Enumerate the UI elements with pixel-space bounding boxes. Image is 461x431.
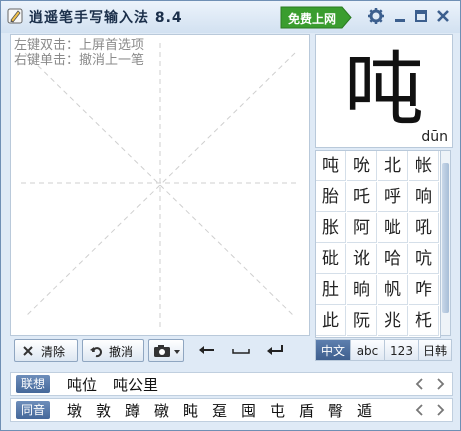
free-internet-label: 免费上网: [288, 12, 337, 26]
association-word[interactable]: 吨位: [67, 374, 97, 395]
pad-guide-lines: [21, 43, 299, 327]
gear-icon[interactable]: [367, 7, 385, 25]
minimize-icon[interactable]: [391, 7, 409, 25]
homophone-row: 同音 墩 敦 蹲 礅 盹 趸 囤 屯 盾 臀 遁: [10, 398, 453, 422]
candidate-cell[interactable]: 吮: [347, 151, 377, 181]
candidate-cell[interactable]: 北: [378, 151, 408, 181]
candidate-cell[interactable]: 此: [316, 306, 346, 336]
homophone-word[interactable]: 屯: [270, 400, 285, 421]
homophone-word[interactable]: 遁: [357, 400, 372, 421]
clear-button[interactable]: 清除: [14, 339, 78, 362]
association-word[interactable]: 吨公里: [113, 374, 158, 395]
camera-icon: [154, 345, 180, 357]
homophone-word[interactable]: 臀: [328, 400, 343, 421]
candidate-cell[interactable]: 咋: [409, 275, 439, 305]
candidate-cell[interactable]: 呼: [378, 182, 408, 212]
candidate-cell[interactable]: 阿: [347, 213, 377, 243]
maximize-icon[interactable]: [412, 7, 430, 25]
chevron-right-icon[interactable]: [433, 376, 447, 392]
homophone-word[interactable]: 盾: [299, 400, 314, 421]
undo-label: 撤消: [109, 345, 134, 359]
candidate-cell[interactable]: 阮: [347, 306, 377, 336]
candidate-cell[interactable]: 吨: [316, 151, 346, 181]
chevron-right-icon[interactable]: [433, 402, 447, 418]
tab-chinese[interactable]: 中文: [315, 339, 351, 361]
pen-app-icon: [7, 8, 23, 24]
tab-japanese-korean[interactable]: 日韩: [418, 339, 452, 361]
candidate-scrollbar[interactable]: [440, 150, 451, 336]
undo-button[interactable]: 撤消: [82, 339, 144, 362]
candidate-cell[interactable]: 响: [409, 182, 439, 212]
backspace-arrow-icon[interactable]: [196, 342, 218, 358]
tab-abc[interactable]: abc: [350, 339, 385, 361]
homophone-word[interactable]: 敦: [96, 400, 111, 421]
candidate-cell[interactable]: 杔: [409, 306, 439, 336]
homophone-word[interactable]: 趸: [212, 400, 227, 421]
scrollbar-thumb[interactable]: [442, 163, 449, 313]
candidate-cell[interactable]: 哈: [378, 244, 408, 274]
title-bar[interactable]: 逍遥笔手写输入法 8.4 免费上网: [1, 1, 460, 33]
homophone-word[interactable]: 盹: [183, 400, 198, 421]
x-icon: [23, 346, 33, 356]
homophone-word[interactable]: 礅: [154, 400, 169, 421]
space-icon[interactable]: [230, 342, 252, 358]
candidate-cell[interactable]: 肚: [316, 275, 346, 305]
candidate-cell[interactable]: 胎: [316, 182, 346, 212]
candidate-cell[interactable]: 吼: [409, 213, 439, 243]
candidate-grid: 吨 吮 北 帐 胎 吒 呼 响 胀 阿 呲 吼 砒 讹 哈 吭 肚 晌 帆 咋 …: [315, 150, 441, 338]
homophone-label: 同音: [16, 401, 50, 419]
handwriting-input-window: 逍遥笔手写输入法 8.4 免费上网 左键双击：上屏首选项 右键单击：撤消上一笔 …: [0, 0, 461, 431]
chevron-left-icon[interactable]: [413, 376, 427, 392]
candidate-cell[interactable]: 呲: [378, 213, 408, 243]
association-label: 联想: [16, 375, 50, 393]
window-title: 逍遥笔手写输入法 8.4: [29, 10, 183, 26]
candidate-cell[interactable]: 吒: [347, 182, 377, 212]
close-icon[interactable]: [434, 7, 452, 25]
candidate-cell[interactable]: 帐: [409, 151, 439, 181]
enter-icon[interactable]: [264, 342, 286, 358]
clear-label: 清除: [41, 345, 66, 359]
writing-pad[interactable]: 左键双击：上屏首选项 右键单击：撤消上一笔: [10, 34, 310, 336]
tab-123[interactable]: 123: [384, 339, 419, 361]
free-internet-button[interactable]: 免费上网: [280, 6, 352, 29]
preview-pinyin: dūn: [421, 129, 448, 145]
screenshot-dropdown-button[interactable]: [148, 339, 184, 362]
homophone-word[interactable]: 蹲: [125, 400, 140, 421]
candidate-cell[interactable]: 吭: [409, 244, 439, 274]
hint-double-click: 左键双击：上屏首选项: [14, 38, 145, 53]
homophone-word[interactable]: 墩: [67, 400, 82, 421]
preview-panel: 吨 dūn: [315, 34, 453, 148]
homophone-word[interactable]: 囤: [241, 400, 256, 421]
candidate-cell[interactable]: 讹: [347, 244, 377, 274]
undo-icon: [90, 347, 102, 358]
candidate-cell[interactable]: 兆: [378, 306, 408, 336]
candidate-cell[interactable]: 晌: [347, 275, 377, 305]
hint-right-click: 右键单击：撤消上一笔: [14, 53, 145, 68]
association-row: 联想 吨位 吨公里: [10, 372, 453, 396]
candidate-cell[interactable]: 胀: [316, 213, 346, 243]
input-mode-tabs: 中文 abc 123 日韩: [315, 339, 452, 361]
candidate-cell[interactable]: 帆: [378, 275, 408, 305]
chevron-left-icon[interactable]: [413, 402, 427, 418]
candidate-cell[interactable]: 砒: [316, 244, 346, 274]
pad-toolbar: 清除 撤消: [10, 336, 308, 366]
